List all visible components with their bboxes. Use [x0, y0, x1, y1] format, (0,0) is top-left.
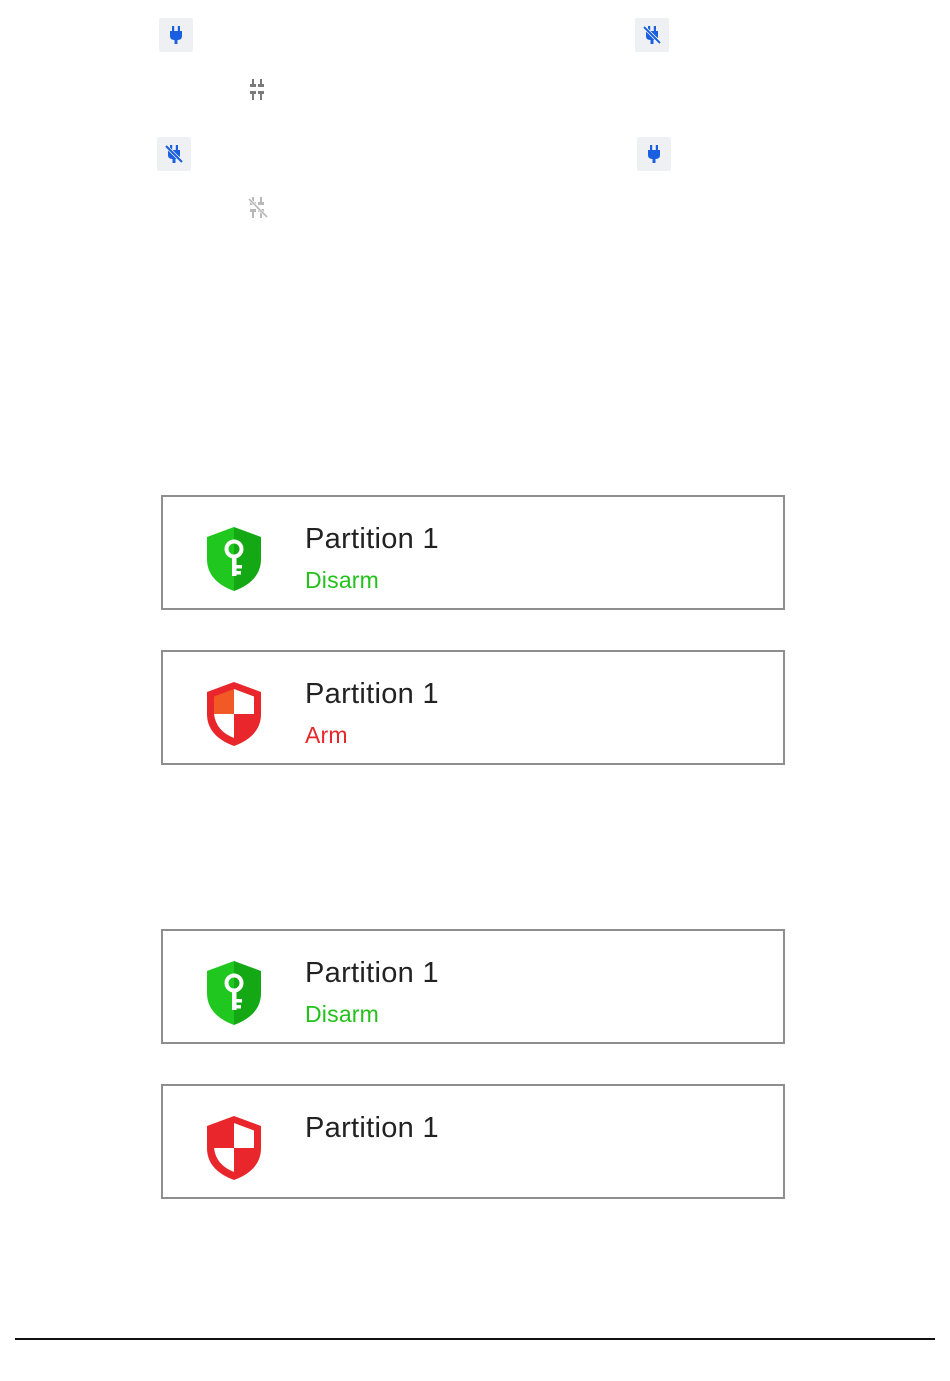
power-plug-button[interactable] — [637, 137, 671, 171]
partition-title: Partition 1 — [305, 957, 439, 989]
footer-divider — [15, 1338, 935, 1340]
power-plug-off-icon — [642, 25, 662, 45]
connection-icon — [250, 79, 264, 100]
partition-title: Partition 1 — [305, 1112, 439, 1144]
shield-armed-icon — [207, 682, 261, 746]
power-plug-icon — [170, 26, 182, 44]
connection-status — [247, 77, 269, 103]
partition-card[interactable]: Partition 1 — [161, 1084, 785, 1199]
power-plug-button[interactable] — [159, 18, 193, 52]
partition-title: Partition 1 — [305, 678, 439, 710]
partition-title: Partition 1 — [305, 523, 439, 555]
shield-armed-icon — [207, 1116, 261, 1180]
power-plug-off-icon — [164, 144, 184, 164]
partition-card[interactable]: Partition 1 Disarm — [161, 495, 785, 610]
partition-status: Disarm — [305, 567, 380, 593]
power-plug-off-button[interactable] — [157, 137, 191, 171]
connection-status — [247, 195, 269, 221]
partition-status: Arm — [305, 722, 348, 748]
shield-key-icon — [207, 527, 261, 591]
partition-status: Disarm — [305, 1001, 380, 1027]
power-plug-off-button[interactable] — [635, 18, 669, 52]
partition-card[interactable]: Partition 1 Disarm — [161, 929, 785, 1044]
power-plug-icon — [648, 145, 660, 163]
connection-off-icon — [248, 197, 268, 219]
shield-key-icon — [207, 961, 261, 1025]
partition-card[interactable]: Partition 1 Arm — [161, 650, 785, 765]
